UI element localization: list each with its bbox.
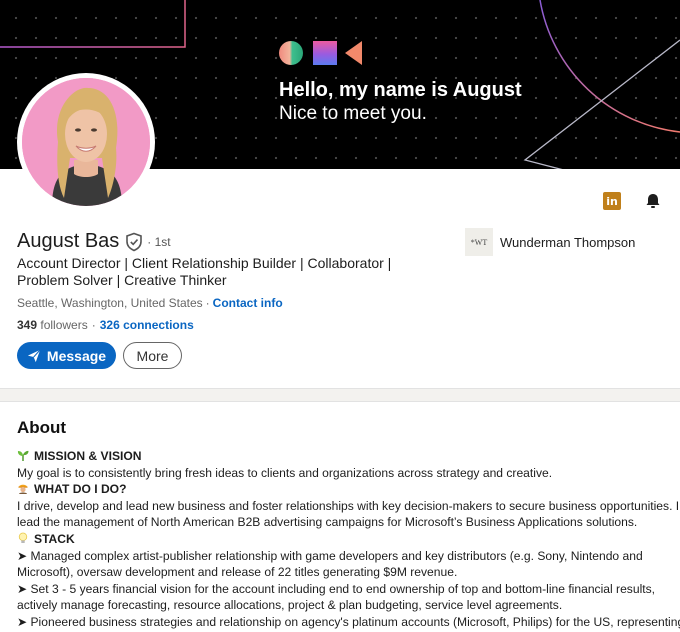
company-name: Wunderman Thompson xyxy=(500,234,636,250)
square-shape xyxy=(313,41,337,65)
contact-info-link[interactable]: Contact info xyxy=(213,296,283,310)
separator: · xyxy=(205,296,210,310)
bell-icon[interactable] xyxy=(642,190,664,212)
connections-link[interactable]: 326 connections xyxy=(100,318,194,332)
lightbulb-icon xyxy=(18,532,28,543)
send-icon xyxy=(27,349,41,362)
message-button[interactable]: Message xyxy=(17,342,116,369)
about-line: I drive, develop and lead new business a… xyxy=(17,498,680,513)
seedling-icon xyxy=(17,450,29,461)
connection-degree: · 1st xyxy=(147,234,171,249)
about-heading-mission: MISSION & VISION xyxy=(17,448,667,465)
profile-location: Seattle, Washington, United States xyxy=(17,296,203,310)
banner-subgreeting: Nice to meet you. xyxy=(279,103,427,124)
followers-row: 349 followers · 326 connections xyxy=(17,318,194,332)
about-line: My goal is to consistently bring fresh i… xyxy=(17,465,553,480)
about-line: Microsoft), oversaw development and rele… xyxy=(17,565,458,580)
message-button-label: Message xyxy=(46,347,107,364)
about-heading-what: WHAT DO I DO? xyxy=(17,481,667,498)
section-divider xyxy=(0,388,680,402)
followers-label: followers xyxy=(40,318,88,332)
about-line: ➤ Set 3 - 5 years financial vision for t… xyxy=(17,581,656,596)
verified-shield-icon[interactable] xyxy=(125,232,143,252)
followers-count: 349 xyxy=(17,318,38,332)
about-heading-stack: STACK xyxy=(17,531,667,548)
avatar-photo xyxy=(22,78,150,206)
company-logo: *WT xyxy=(465,228,493,256)
about-title: About xyxy=(17,418,67,437)
brand-shapes xyxy=(279,40,369,66)
about-text: MISSION & VISION My goal is to consisten… xyxy=(17,448,680,631)
about-line: lead the management of North American B2… xyxy=(17,515,638,530)
location-row: Seattle, Washington, United States · Conta… xyxy=(17,296,283,310)
more-button[interactable]: More xyxy=(123,342,182,369)
triangle-shape xyxy=(345,41,362,65)
about-line: actively manage forecasting, resource al… xyxy=(17,598,563,613)
profile-name-row: August Bas · 1st xyxy=(17,230,171,253)
profile-avatar[interactable] xyxy=(17,73,155,211)
about-line: ➤ Managed complex artist-publisher relat… xyxy=(17,548,643,563)
separator: · xyxy=(91,318,96,332)
circle-shape xyxy=(279,41,303,65)
banner-greeting: Hello, my name is August xyxy=(279,79,522,101)
worker-icon xyxy=(18,484,28,495)
linkedin-icon[interactable]: in xyxy=(601,190,623,212)
profile-headline: Account Director | Client Relationship B… xyxy=(17,255,392,288)
about-line: ➤ Pioneered business strategies and rela… xyxy=(17,614,680,629)
current-company[interactable]: *WT Wunderman Thompson xyxy=(465,228,635,256)
profile-name: August Bas xyxy=(17,230,120,252)
